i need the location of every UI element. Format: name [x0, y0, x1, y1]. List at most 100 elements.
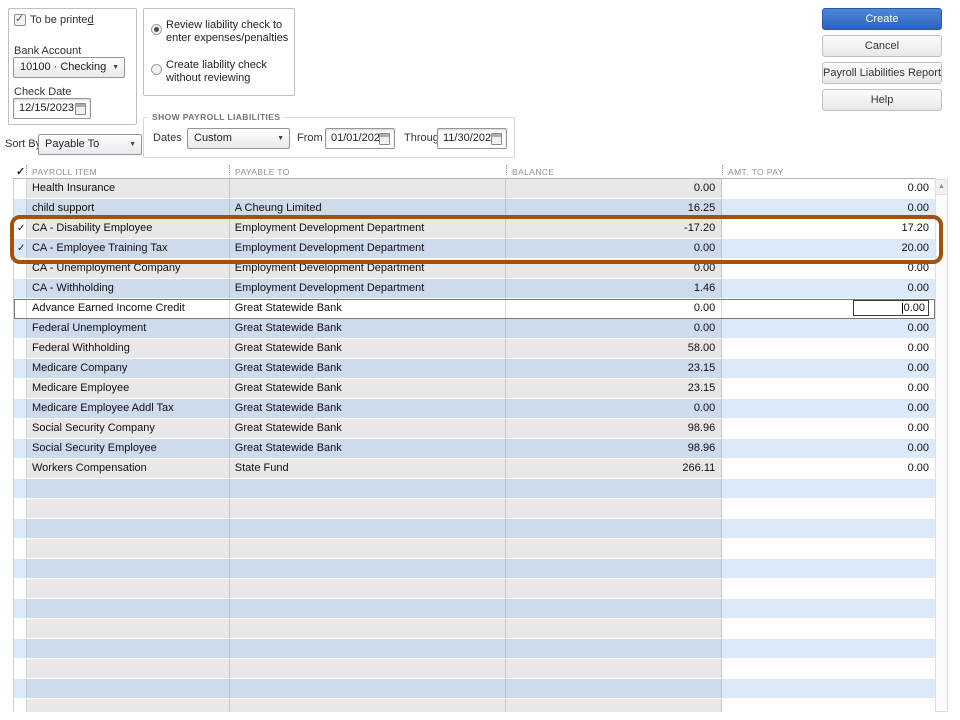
- row-check-cell[interactable]: [14, 479, 27, 498]
- table-row[interactable]: child supportA Cheung Limited16.250.00: [14, 199, 935, 219]
- amt-to-pay-cell[interactable]: [722, 479, 935, 498]
- table-row[interactable]: ✓CA - Employee Training TaxEmployment De…: [14, 239, 935, 259]
- amt-to-pay-cell[interactable]: 0.00: [722, 399, 935, 418]
- amt-to-pay-cell[interactable]: [722, 679, 935, 698]
- table-row-empty[interactable]: [14, 699, 935, 712]
- table-row[interactable]: Medicare Employee Addl TaxGreat Statewid…: [14, 399, 935, 419]
- amt-to-pay-cell[interactable]: 0.00: [722, 319, 935, 338]
- amt-to-pay-cell[interactable]: 0.00: [722, 459, 935, 478]
- check-date-input[interactable]: 12/15/2023: [13, 98, 91, 119]
- amt-to-pay-cell[interactable]: [722, 659, 935, 678]
- from-date-input[interactable]: 01/01/2023: [325, 128, 395, 149]
- row-check-cell[interactable]: [14, 379, 27, 398]
- table-row[interactable]: Social Security EmployeeGreat Statewide …: [14, 439, 935, 459]
- calendar-icon[interactable]: [379, 133, 390, 145]
- amt-to-pay-cell[interactable]: [722, 539, 935, 558]
- row-check-cell[interactable]: [14, 539, 27, 558]
- amt-to-pay-cell[interactable]: [722, 559, 935, 578]
- sort-by-dropdown[interactable]: Payable To ▼: [38, 134, 142, 155]
- table-row-empty[interactable]: [14, 539, 935, 559]
- amt-to-pay-cell[interactable]: 0.00: [722, 179, 935, 198]
- table-row-empty[interactable]: [14, 619, 935, 639]
- to-be-printed-checkbox[interactable]: ✓: [14, 14, 26, 26]
- amt-to-pay-cell[interactable]: [722, 499, 935, 518]
- row-check-cell[interactable]: [14, 179, 27, 198]
- table-row[interactable]: Health Insurance0.000.00: [14, 179, 935, 199]
- row-check-cell[interactable]: [14, 599, 27, 618]
- table-row[interactable]: Social Security CompanyGreat Statewide B…: [14, 419, 935, 439]
- check-column-header[interactable]: ✓: [13, 162, 26, 178]
- row-check-cell[interactable]: [14, 639, 27, 658]
- amt-edit-input[interactable]: 0.00: [853, 300, 929, 316]
- create-without-review-radio[interactable]: [151, 64, 162, 75]
- amt-to-pay-cell[interactable]: [722, 579, 935, 598]
- table-row[interactable]: Medicare CompanyGreat Statewide Bank23.1…: [14, 359, 935, 379]
- table-row[interactable]: Federal UnemploymentGreat Statewide Bank…: [14, 319, 935, 339]
- amt-to-pay-cell[interactable]: 0.00: [722, 259, 935, 278]
- table-row[interactable]: CA - WithholdingEmployment Development D…: [14, 279, 935, 299]
- cancel-button[interactable]: Cancel: [822, 35, 942, 57]
- row-check-cell[interactable]: [14, 419, 27, 438]
- table-row-empty[interactable]: [14, 559, 935, 579]
- row-check-cell[interactable]: [14, 579, 27, 598]
- payroll-item-column-header[interactable]: PAYROLL ITEM: [26, 162, 229, 178]
- row-check-cell[interactable]: ✓: [14, 239, 27, 258]
- dates-dropdown[interactable]: Custom ▼: [187, 128, 290, 149]
- amt-to-pay-cell[interactable]: 0.00: [722, 359, 935, 378]
- table-row-empty[interactable]: [14, 579, 935, 599]
- amt-to-pay-cell[interactable]: 0.00: [722, 439, 935, 458]
- amt-to-pay-cell[interactable]: [722, 639, 935, 658]
- amt-to-pay-cell[interactable]: 0.00: [722, 299, 935, 318]
- table-row-empty[interactable]: [14, 639, 935, 659]
- table-row[interactable]: ✓CA - Disability EmployeeEmployment Deve…: [14, 219, 935, 239]
- row-check-cell[interactable]: [14, 699, 27, 712]
- calendar-icon[interactable]: [491, 133, 502, 145]
- table-row[interactable]: Workers CompensationState Fund266.110.00: [14, 459, 935, 479]
- row-check-cell[interactable]: [14, 619, 27, 638]
- row-check-cell[interactable]: [14, 359, 27, 378]
- row-check-cell[interactable]: [14, 299, 27, 318]
- table-row-empty[interactable]: [14, 659, 935, 679]
- row-check-cell[interactable]: [14, 399, 27, 418]
- amt-to-pay-cell[interactable]: [722, 599, 935, 618]
- payable-to-column-header[interactable]: PAYABLE TO: [229, 162, 506, 178]
- table-row[interactable]: CA - Unemployment CompanyEmployment Deve…: [14, 259, 935, 279]
- row-check-cell[interactable]: [14, 499, 27, 518]
- review-check-radio[interactable]: [151, 24, 162, 35]
- amt-to-pay-cell[interactable]: 0.00: [722, 199, 935, 218]
- row-check-cell[interactable]: [14, 459, 27, 478]
- help-button[interactable]: Help: [822, 89, 942, 111]
- amt-to-pay-cell[interactable]: 0.00: [722, 339, 935, 358]
- table-row[interactable]: Federal WithholdingGreat Statewide Bank5…: [14, 339, 935, 359]
- amt-to-pay-column-header[interactable]: AMT. TO PAY: [722, 162, 935, 178]
- amt-to-pay-cell[interactable]: [722, 699, 935, 712]
- row-check-cell[interactable]: [14, 279, 27, 298]
- row-check-cell[interactable]: [14, 439, 27, 458]
- amt-to-pay-cell[interactable]: [722, 519, 935, 538]
- table-row-empty[interactable]: [14, 599, 935, 619]
- row-check-cell[interactable]: [14, 519, 27, 538]
- amt-to-pay-cell[interactable]: 0.00: [722, 379, 935, 398]
- calendar-icon[interactable]: [75, 103, 86, 115]
- through-date-input[interactable]: 11/30/2023: [437, 128, 507, 149]
- row-check-cell[interactable]: [14, 679, 27, 698]
- row-check-cell[interactable]: [14, 319, 27, 338]
- amt-to-pay-cell[interactable]: 0.00: [722, 279, 935, 298]
- table-row-empty[interactable]: [14, 499, 935, 519]
- table-row[interactable]: Medicare EmployeeGreat Statewide Bank23.…: [14, 379, 935, 399]
- table-row-empty[interactable]: [14, 679, 935, 699]
- row-check-cell[interactable]: [14, 659, 27, 678]
- row-check-cell[interactable]: [14, 559, 27, 578]
- amt-to-pay-cell[interactable]: 0.00: [722, 419, 935, 438]
- amt-to-pay-cell[interactable]: 17.20: [722, 219, 935, 238]
- create-button[interactable]: Create: [822, 8, 942, 30]
- vertical-scrollbar[interactable]: ▲: [935, 179, 948, 712]
- table-row[interactable]: Advance Earned Income CreditGreat Statew…: [14, 299, 935, 319]
- scroll-up-icon[interactable]: ▲: [936, 180, 947, 195]
- payroll-liabilities-report-button[interactable]: Payroll Liabilities Report: [822, 62, 942, 84]
- row-check-cell[interactable]: [14, 339, 27, 358]
- row-check-cell[interactable]: [14, 259, 27, 278]
- amt-to-pay-cell[interactable]: 20.00: [722, 239, 935, 258]
- table-row-empty[interactable]: [14, 519, 935, 539]
- amt-to-pay-cell[interactable]: [722, 619, 935, 638]
